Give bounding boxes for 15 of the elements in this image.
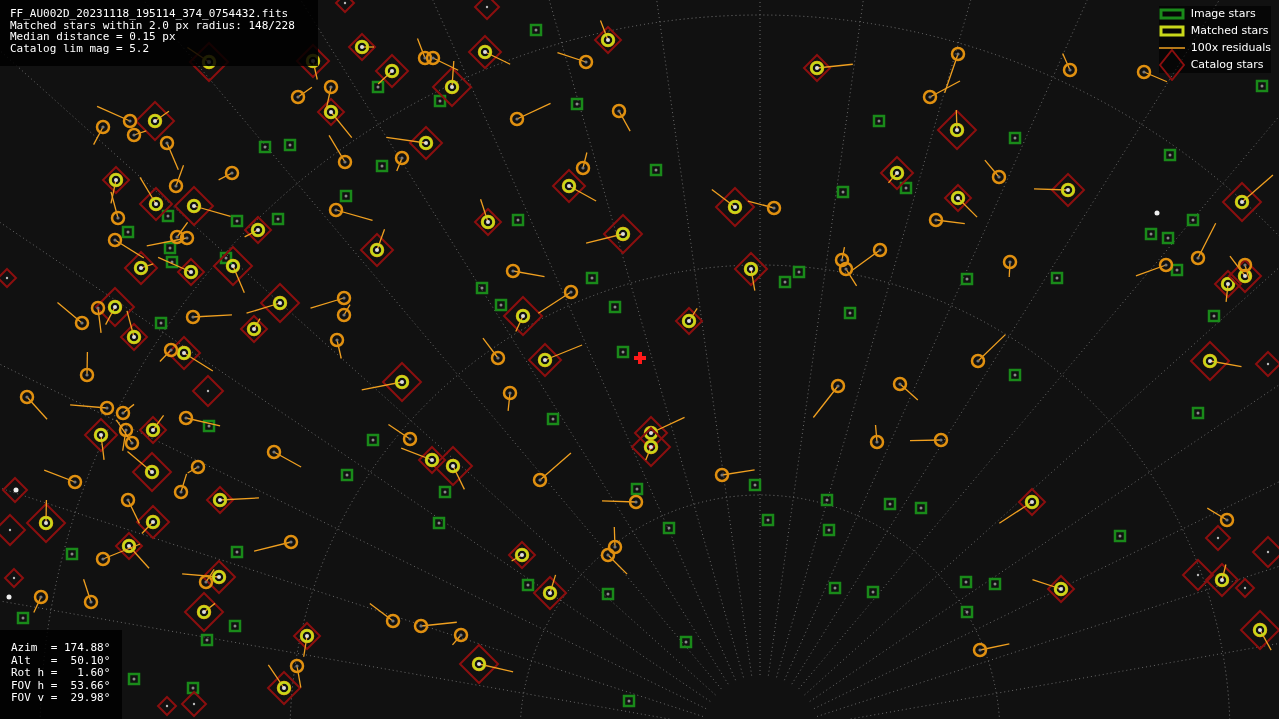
legend-label: Image stars bbox=[1190, 5, 1256, 22]
info-line: Median distance = 0.15 px bbox=[10, 31, 176, 43]
diamond-icon bbox=[1158, 49, 1185, 81]
legend-label: 100x residuals bbox=[1190, 39, 1271, 56]
pointing-line: Rot h = 1.60° bbox=[11, 667, 112, 680]
info-line: FF_AU002D_20231118_195114_374_0754432.fits bbox=[10, 8, 290, 20]
info-line: Matched stars within 2.0 px radius: 148/228 bbox=[10, 19, 296, 31]
pointing-line: Azim = 174.88° bbox=[11, 642, 112, 655]
pointing-line: Alt = 50.10° bbox=[11, 654, 112, 667]
center-cross-icon bbox=[634, 352, 646, 364]
pointing-line: FOV v = 29.98° bbox=[11, 692, 112, 705]
legend-label: Matched stars bbox=[1190, 22, 1269, 39]
info-line: Catalog lim mag = 5.2 bbox=[10, 42, 151, 54]
legend-label: Catalog stars bbox=[1190, 56, 1264, 73]
pointing-line: FOV h = 53.66° bbox=[11, 679, 112, 692]
